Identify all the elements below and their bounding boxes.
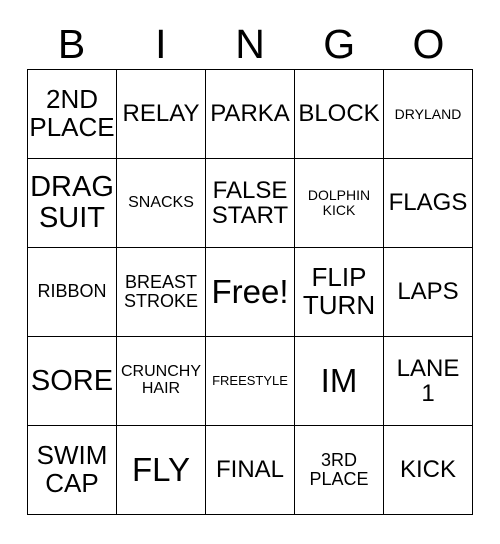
bingo-cell-g1[interactable]: BLOCK	[295, 70, 384, 159]
bingo-cell-o1[interactable]: DRYLAND	[384, 70, 473, 159]
bingo-cell-b3[interactable]: RIBBON	[28, 248, 117, 337]
bingo-cell-i3[interactable]: BREAST STROKE	[117, 248, 206, 337]
bingo-cell-i2[interactable]: SNACKS	[117, 159, 206, 248]
bingo-cell-g3[interactable]: FLIP TURN	[295, 248, 384, 337]
bingo-grid: 2ND PLACE RELAY PARKA BLOCK DRYLAND DRAG…	[27, 69, 473, 515]
header-letter-n: N	[235, 21, 265, 67]
header-letter-b: B	[57, 21, 86, 67]
bingo-cell-g4[interactable]: IM	[295, 337, 384, 426]
bingo-cell-n2[interactable]: FALSE START	[206, 159, 295, 248]
bingo-cell-o5[interactable]: KICK	[384, 426, 473, 515]
bingo-cell-n1[interactable]: PARKA	[206, 70, 295, 159]
bingo-cell-b2[interactable]: DRAG SUIT	[28, 159, 117, 248]
header-letter-g: G	[323, 21, 356, 67]
bingo-cell-b4[interactable]: SORE	[28, 337, 117, 426]
bingo-cell-n4[interactable]: FREESTYLE	[206, 337, 295, 426]
bingo-cell-o3[interactable]: LAPS	[384, 248, 473, 337]
bingo-cell-i5[interactable]: FLY	[117, 426, 206, 515]
bingo-cell-o4[interactable]: LANE 1	[384, 337, 473, 426]
bingo-cell-g2[interactable]: DOLPHIN KICK	[295, 159, 384, 248]
bingo-cell-o2[interactable]: FLAGS	[384, 159, 473, 248]
bingo-cell-i1[interactable]: RELAY	[117, 70, 206, 159]
bingo-cell-free-space[interactable]: Free!	[206, 248, 295, 337]
header-letter-o: O	[412, 21, 445, 67]
bingo-cell-b5[interactable]: SWIM CAP	[28, 426, 117, 515]
bingo-header: B I N G O	[27, 20, 473, 69]
bingo-cell-n5[interactable]: FINAL	[206, 426, 295, 515]
bingo-cell-g5[interactable]: 3RD PLACE	[295, 426, 384, 515]
bingo-cell-b1[interactable]: 2ND PLACE	[28, 70, 117, 159]
bingo-cell-i4[interactable]: CRUNCHY HAIR	[117, 337, 206, 426]
bingo-card: B I N G O 2ND PLACE RELAY PARKA BLOCK DR…	[0, 0, 500, 544]
header-letter-i: I	[155, 21, 167, 67]
